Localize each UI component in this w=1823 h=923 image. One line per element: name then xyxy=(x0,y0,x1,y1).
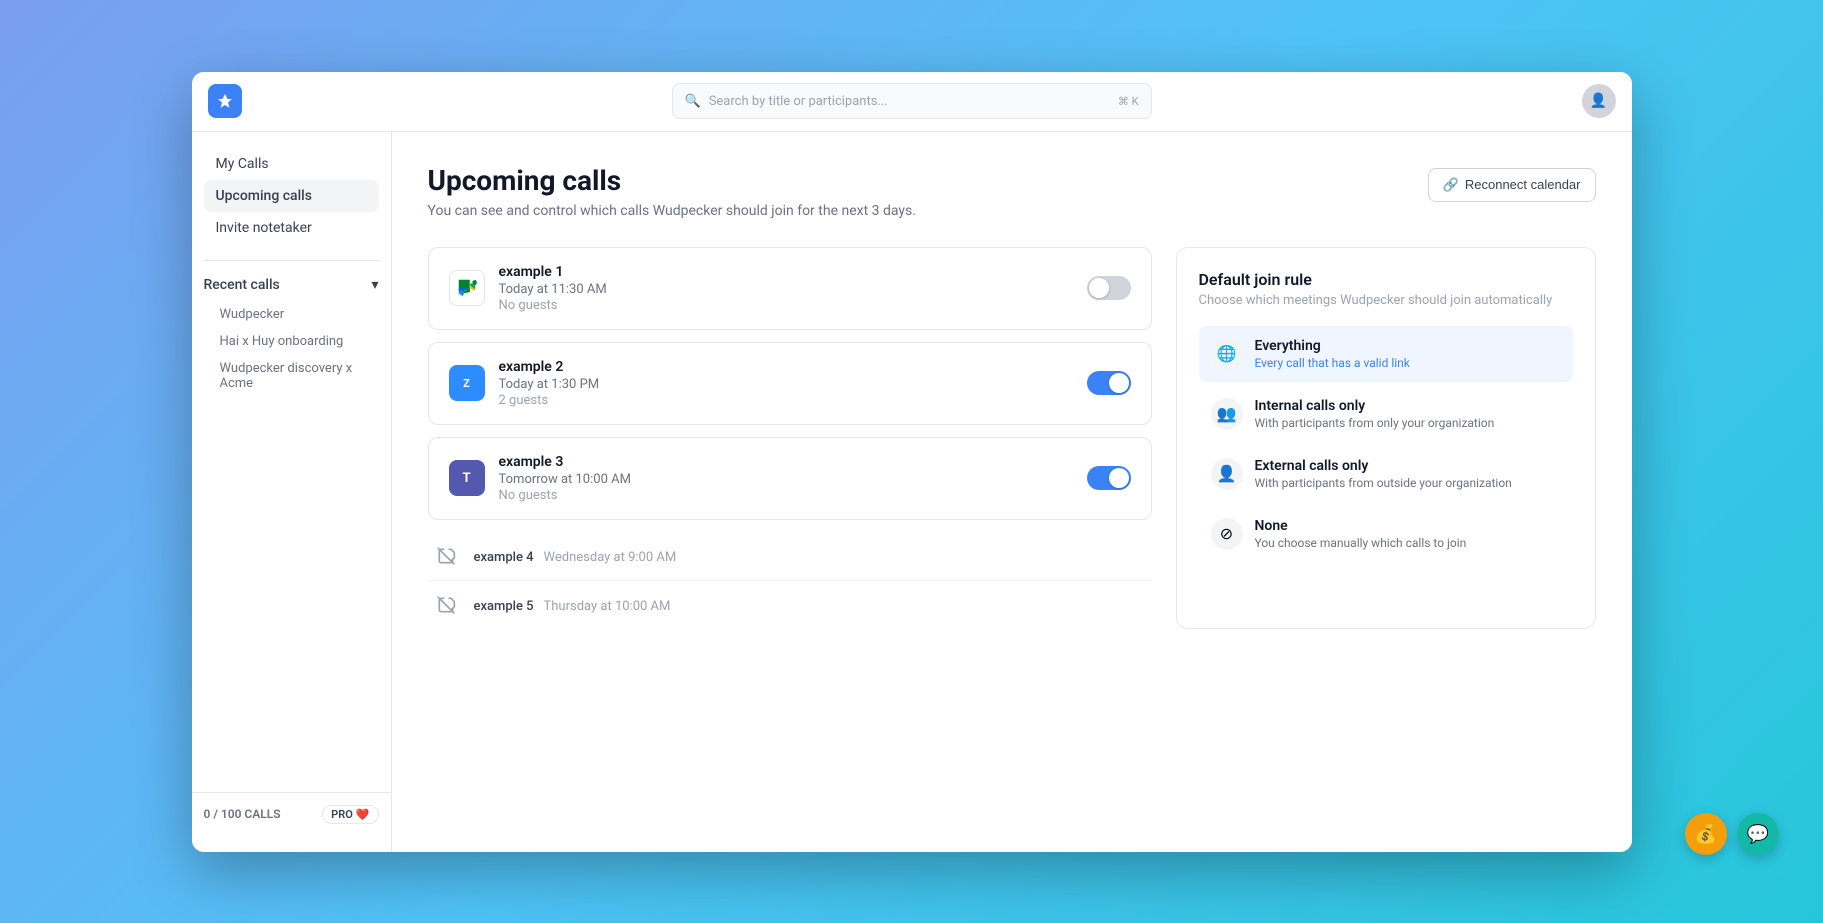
call-time: Today at 1:30 PM xyxy=(499,377,1073,392)
search-shortcut: ⌘ K xyxy=(1118,95,1139,108)
rule-desc: Every call that has a valid link xyxy=(1255,356,1410,370)
call-row-time: Wednesday at 9:00 AM xyxy=(544,550,677,565)
call-guests: 2 guests xyxy=(499,393,1073,408)
call-info: example 1 Today at 11:30 AM No guests xyxy=(499,264,1073,313)
call-time: Today at 11:30 AM xyxy=(499,282,1073,297)
app-logo xyxy=(208,84,242,118)
rule-name: Everything xyxy=(1255,338,1410,354)
teams-icon: T xyxy=(449,460,485,496)
rule-option-none[interactable]: ⊘ None You choose manually which calls t… xyxy=(1199,506,1573,562)
call-title: example 2 xyxy=(499,359,1073,375)
join-rule-panel: Default join rule Choose which meetings … xyxy=(1176,247,1596,629)
call-row[interactable]: example 5 Thursday at 10:00 AM xyxy=(428,581,1152,629)
call-row-icon xyxy=(432,542,460,570)
call-row-time: Thursday at 10:00 AM xyxy=(544,599,671,614)
rule-icon: 🌐 xyxy=(1211,338,1243,370)
call-card[interactable]: T example 3 Tomorrow at 10:00 AM No gues… xyxy=(428,437,1152,520)
rule-name: External calls only xyxy=(1255,458,1512,474)
call-row-title: example 5 xyxy=(474,599,534,614)
sidebar-recent-call-item[interactable]: Wudpecker xyxy=(200,301,383,328)
rule-info: Everything Every call that has a valid l… xyxy=(1255,338,1410,370)
call-title: example 3 xyxy=(499,454,1073,470)
search-bar[interactable]: 🔍 Search by title or participants... ⌘ K xyxy=(672,83,1152,119)
sidebar: My Calls Upcoming calls Invite notetaker… xyxy=(192,132,392,852)
call-toggle[interactable] xyxy=(1087,371,1131,395)
no-video-icon xyxy=(432,542,460,570)
page-subtitle: You can see and control which calls Wudp… xyxy=(428,203,916,219)
search-icon: 🔍 xyxy=(685,94,701,109)
call-card[interactable]: Z example 2 Today at 1:30 PM 2 guests xyxy=(428,342,1152,425)
sidebar-item-invite-notetaker[interactable]: Invite notetaker xyxy=(204,212,379,244)
rule-option-everything[interactable]: 🌐 Everything Every call that has a valid… xyxy=(1199,326,1573,382)
money-button[interactable]: 💰 xyxy=(1685,813,1727,855)
pro-badge[interactable]: PRO ❤️ xyxy=(322,805,378,824)
call-toggle[interactable] xyxy=(1087,276,1131,300)
recent-calls-header[interactable]: Recent calls ▾ xyxy=(192,269,391,301)
rule-desc: You choose manually which calls to join xyxy=(1255,536,1467,550)
user-avatar[interactable] xyxy=(1582,84,1616,118)
no-video-icon xyxy=(432,591,460,619)
reconnect-icon: 🔗 xyxy=(1443,177,1459,193)
calls-list: example 1 Today at 11:30 AM No guests Z … xyxy=(428,247,1152,629)
rule-name: None xyxy=(1255,518,1467,534)
calls-counter: 0 / 100 CALLS xyxy=(204,807,281,821)
chat-button[interactable]: 💬 xyxy=(1737,813,1779,855)
sidebar-item-upcoming-calls[interactable]: Upcoming calls xyxy=(204,180,379,212)
call-row-title: example 4 xyxy=(474,550,534,565)
rule-info: None You choose manually which calls to … xyxy=(1255,518,1467,550)
call-title: example 1 xyxy=(499,264,1073,280)
floating-buttons: 💰 💬 xyxy=(1685,813,1779,855)
sidebar-my-calls[interactable]: My Calls xyxy=(204,148,379,180)
recent-calls-list: WudpeckerHai x Huy onboardingWudpecker d… xyxy=(192,301,391,397)
sidebar-recent-call-item[interactable]: Hai x Huy onboarding xyxy=(200,328,383,355)
search-placeholder: Search by title or participants... xyxy=(709,94,1110,109)
call-info: example 2 Today at 1:30 PM 2 guests xyxy=(499,359,1073,408)
call-row[interactable]: example 4 Wednesday at 9:00 AM xyxy=(428,532,1152,581)
page-title: Upcoming calls xyxy=(428,164,916,197)
call-guests: No guests xyxy=(499,488,1073,503)
sidebar-footer: 0 / 100 CALLS PRO ❤️ xyxy=(192,792,391,836)
rule-desc: With participants from only your organiz… xyxy=(1255,416,1495,430)
call-card[interactable]: example 1 Today at 11:30 AM No guests xyxy=(428,247,1152,330)
page-content: Upcoming calls You can see and control w… xyxy=(392,132,1632,852)
chevron-down-icon: ▾ xyxy=(371,277,378,293)
call-info: example 3 Tomorrow at 10:00 AM No guests xyxy=(499,454,1073,503)
rule-icon: 👥 xyxy=(1211,398,1243,430)
call-row-icon xyxy=(432,591,460,619)
rule-icon: ⊘ xyxy=(1211,518,1243,550)
rule-name: Internal calls only xyxy=(1255,398,1495,414)
rule-option-external[interactable]: 👤 External calls only With participants … xyxy=(1199,446,1573,502)
reconnect-calendar-button[interactable]: 🔗 Reconnect calendar xyxy=(1428,168,1596,202)
rule-icon: 👤 xyxy=(1211,458,1243,490)
zoom-icon: Z xyxy=(449,365,485,401)
sidebar-recent-call-item[interactable]: Wudpecker discovery x Acme xyxy=(200,355,383,397)
google-meet-icon xyxy=(449,270,485,306)
rule-options-list: 🌐 Everything Every call that has a valid… xyxy=(1199,326,1573,562)
call-toggle[interactable] xyxy=(1087,466,1131,490)
call-guests: No guests xyxy=(499,298,1073,313)
call-time: Tomorrow at 10:00 AM xyxy=(499,472,1073,487)
join-rule-subtitle: Choose which meetings Wudpecker should j… xyxy=(1199,293,1573,308)
rule-option-internal[interactable]: 👥 Internal calls only With participants … xyxy=(1199,386,1573,442)
rule-info: Internal calls only With participants fr… xyxy=(1255,398,1495,430)
join-rule-title: Default join rule xyxy=(1199,270,1573,289)
rule-info: External calls only With participants fr… xyxy=(1255,458,1512,490)
rule-desc: With participants from outside your orga… xyxy=(1255,476,1512,490)
sidebar-divider xyxy=(204,260,379,261)
